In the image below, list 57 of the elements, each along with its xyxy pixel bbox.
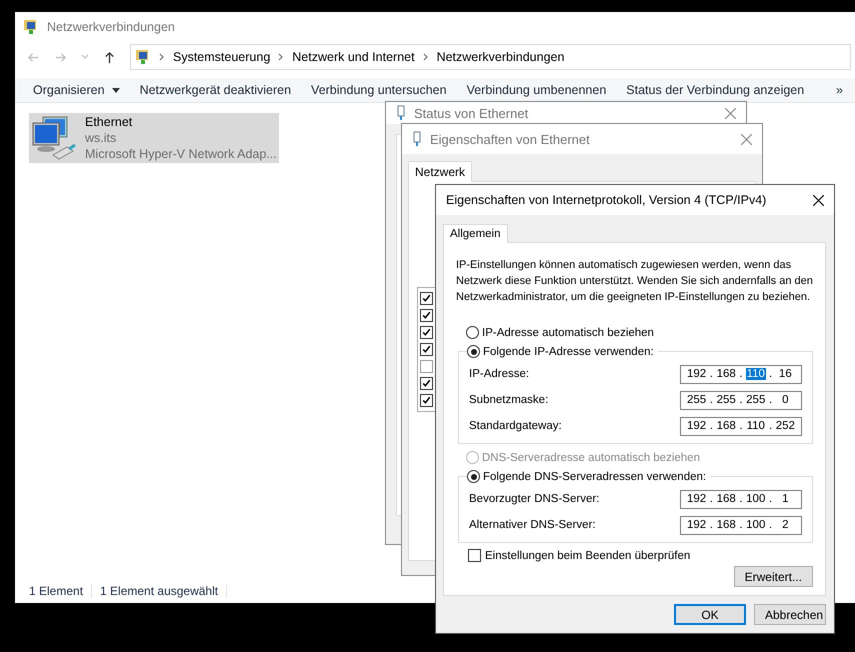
checkbox-option[interactable]: Einstellungen beim Beenden überprüfen [468,549,813,562]
plug-icon [412,131,422,147]
ip-address-field[interactable]: 192 . 168 . 100 . 2 [680,516,802,534]
ip-address-field[interactable]: 192 . 168 . 110 . 16 [680,364,802,384]
toolbar-button[interactable]: Verbindung umbenennen [456,83,616,97]
field-label: Alternativer DNS-Server: [469,519,596,531]
network-folder-icon [23,19,39,35]
breadcrumb[interactable]: Netzwerk und Internet [292,50,415,64]
component-checkbox[interactable] [420,377,433,390]
connection-domain: ws.its [85,130,118,146]
connection-item[interactable]: Ethernet ws.its Microsoft Hyper-V Network Adap... [29,113,279,163]
radio-option[interactable]: Folgende DNS-Serveradressen verwenden: [467,467,710,486]
ip-address-field[interactable]: 255 . 255 . 255 . 0 [680,390,802,410]
dialog-button[interactable]: Abbrechen [754,604,826,625]
caret-icon [112,88,120,92]
component-checkbox[interactable] [420,360,433,373]
window-title: Netzwerkverbindungen [47,20,175,34]
connection-name: Ethernet [85,114,134,130]
breadcrumb[interactable]: Systemsteuerung [173,50,270,64]
ip-address-field[interactable]: 192 . 168 . 110 . 252 [680,416,802,436]
component-checkbox[interactable] [420,309,433,322]
dialog-button[interactable]: OK [674,604,746,625]
field-label: Bevorzugter DNS-Server: [469,493,600,505]
ip-address-field[interactable]: 192 . 168 . 100 . 1 [680,490,802,508]
dialog-title: Eigenschaften von Ethernet [430,132,591,146]
address-bar[interactable]: Systemsteuerung Netzwerk und Internet Netzwerkverbindungen [130,44,851,70]
dialog-title: Status von Ethernet [414,106,530,120]
toolbar-button[interactable]: Netzwerkgerät deaktivieren [130,83,302,97]
toolbar-button[interactable]: Organisieren [23,83,130,97]
tab[interactable]: Allgemein [443,224,508,243]
component-checkbox[interactable] [420,343,433,356]
description-text: IP-Einstellungen können automatisch zugewiesen werden, wenn das Netzwerk diese Funktion unterstützt. Wenden Sie sich andernfalls an den Netzwerkadministrator, um die geeigneten IP-Einstellungen zu beziehen. [456,258,814,305]
status-text: 1 Element [29,584,92,598]
overflow-button[interactable]: » [826,83,855,97]
breadcrumb[interactable]: Netzwerkverbindungen [436,50,564,64]
chevron-icon [278,53,284,61]
field-label: Subnetzmaske: [469,394,548,406]
plug-icon [396,105,406,121]
field-label: Standardgateway: [469,420,562,432]
dialog-title: Eigenschaften von Internetprotokoll, Version 4 (TCP/IPv4) [446,193,768,207]
status-text: 1 Element ausgewählt [100,584,228,598]
close-icon[interactable] [813,194,824,206]
tab[interactable]: Netzwerk [408,161,472,182]
toolbar-button[interactable]: Verbindung untersuchen [301,83,457,97]
radio-option[interactable]: IP-Adresse automatisch beziehen [466,323,813,342]
network-folder-icon [135,49,151,65]
chevron-icon [422,53,429,61]
up-arrow-icon[interactable] [103,50,116,64]
adapter-name: Microsoft Hyper-V Network Adap... [85,146,277,162]
component-checkbox[interactable] [420,326,433,339]
field-label: IP-Adresse: [469,368,530,380]
toolbar-button[interactable]: Status der Verbindung anzeigen [616,83,814,97]
radio-option[interactable]: Folgende IP-Adresse verwenden: [467,342,658,361]
component-checkbox[interactable] [420,394,433,407]
component-checkbox[interactable] [420,292,433,305]
chevron-icon [159,53,165,61]
advanced-button[interactable]: Erweitert... [734,566,813,587]
